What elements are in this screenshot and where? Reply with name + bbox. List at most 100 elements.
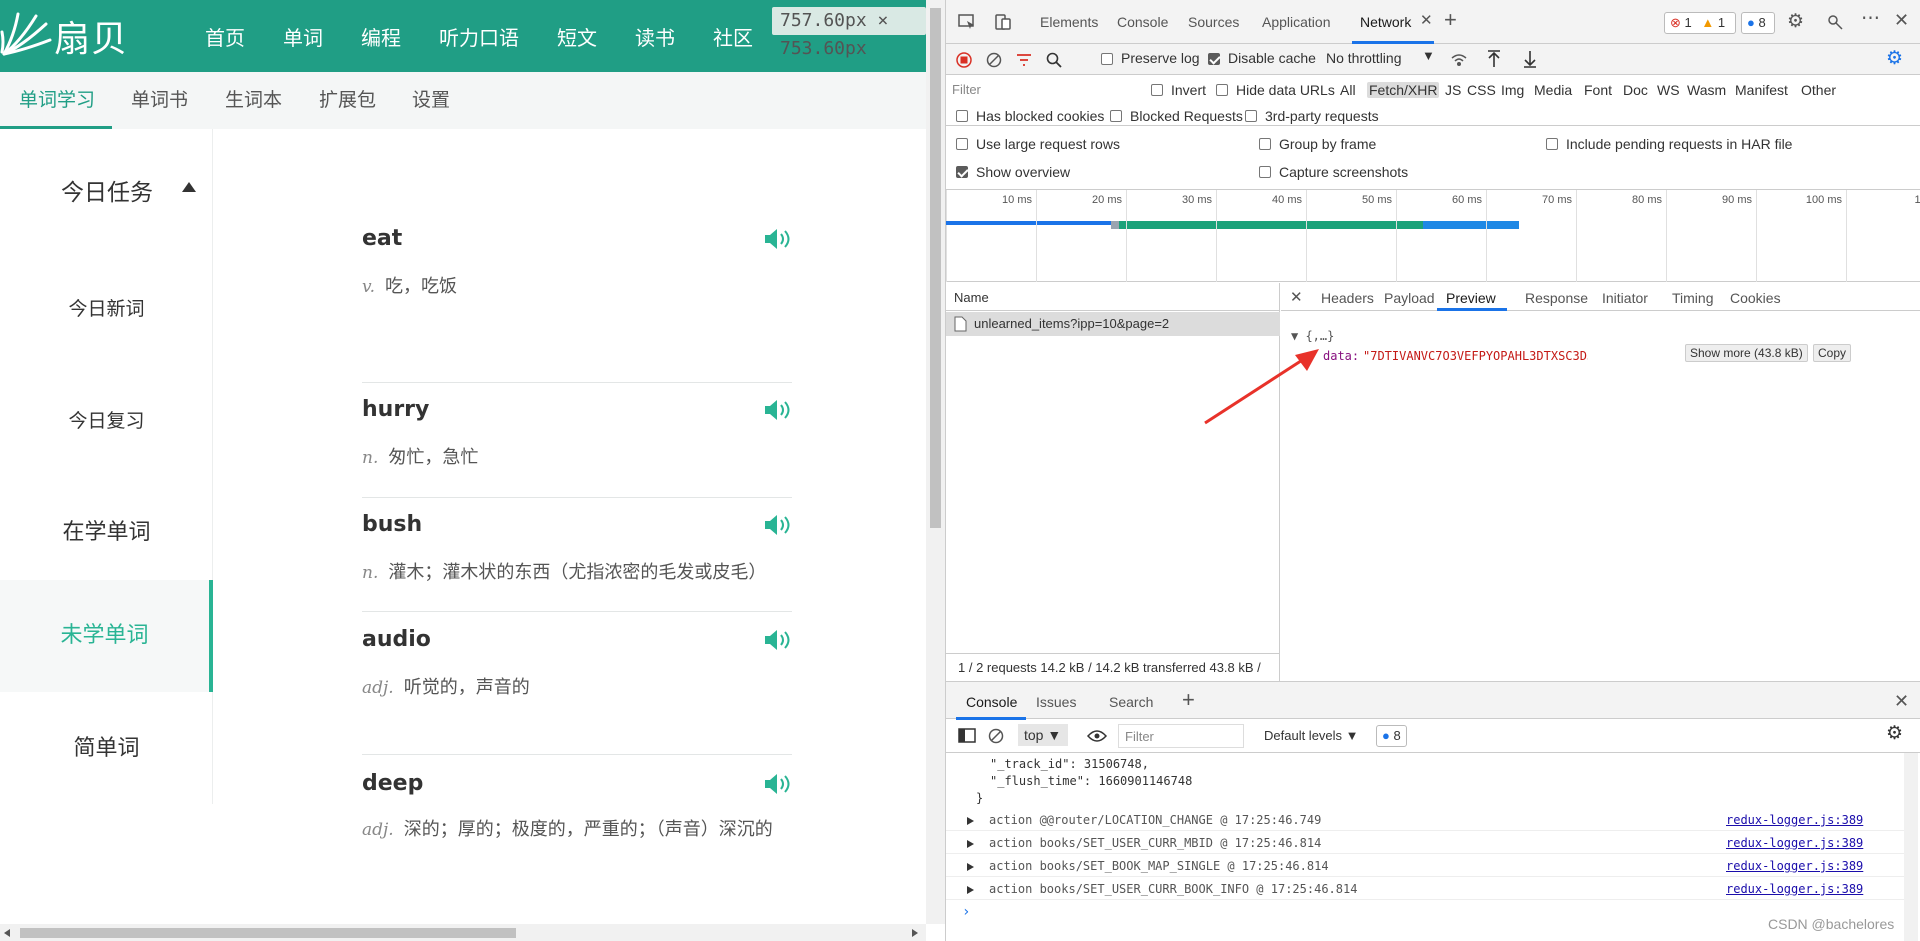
filter-fetch-xhr[interactable]: Fetch/XHR	[1367, 82, 1440, 98]
speaker-icon[interactable]	[762, 512, 792, 538]
drawer-tab-search[interactable]: Search	[1109, 694, 1153, 710]
name-column-header[interactable]: Name	[946, 283, 1280, 311]
expand-triangle-icon[interactable]	[967, 817, 974, 825]
speaker-icon[interactable]	[762, 226, 792, 252]
subnav-vocab-notebook[interactable]: 生词本	[225, 72, 282, 129]
expand-triangle-icon[interactable]	[967, 863, 974, 871]
console-log-row[interactable]: action books/SET_USER_CURR_BOOK_INFO @ 1…	[946, 878, 1906, 900]
log-source-link[interactable]: redux-logger.js:389	[1726, 859, 1863, 873]
context-select[interactable]: top ▼	[1018, 724, 1068, 746]
export-har-icon[interactable]	[1522, 50, 1538, 68]
filter-doc[interactable]: Doc	[1623, 82, 1648, 98]
blocked-cookies-checkbox[interactable]	[956, 110, 968, 122]
tab-application[interactable]: Application	[1262, 14, 1331, 30]
close-drawer-icon[interactable]: ✕	[1894, 691, 1909, 712]
logo[interactable]: 扇贝	[0, 12, 128, 60]
sidebar-item-today-new[interactable]: 今日新词	[0, 287, 213, 331]
scrollbar-thumb[interactable]	[20, 928, 516, 938]
json-value[interactable]: "7DTIVANVC7O3VEFPYOPAHL3DTXSC3D3NVHMO2ZH…	[1363, 349, 1588, 363]
log-source-link[interactable]: redux-logger.js:389	[1726, 836, 1863, 850]
page-vertical-scrollbar[interactable]	[926, 0, 945, 924]
filter-img[interactable]: Img	[1501, 82, 1524, 98]
nav-words[interactable]: 单词	[283, 22, 323, 51]
filter-manifest[interactable]: Manifest	[1735, 82, 1788, 98]
console-log-row[interactable]: action books/SET_BOOK_MAP_SINGLE @ 17:25…	[946, 855, 1906, 877]
sidebar-item-today-review[interactable]: 今日复习	[0, 399, 213, 443]
close-devtools-icon[interactable]: ✕	[1894, 10, 1909, 31]
disable-cache-checkbox[interactable]	[1208, 53, 1220, 65]
network-overview-timeline[interactable]: 10 ms 20 ms 30 ms 40 ms 50 ms 60 ms 70 ms 80 ms…	[946, 190, 1920, 282]
page-horizontal-scrollbar[interactable]	[0, 924, 926, 941]
filter-wasm[interactable]: Wasm	[1687, 82, 1726, 98]
filter-js[interactable]: JS	[1445, 82, 1461, 98]
scroll-right-icon[interactable]	[912, 929, 918, 937]
scrollbar-thumb[interactable]	[930, 8, 941, 528]
filter-funnel-icon[interactable]	[1016, 52, 1032, 68]
filter-media[interactable]: Media	[1534, 82, 1572, 98]
network-conditions-icon[interactable]	[1450, 52, 1468, 68]
more-options-icon[interactable]: ⋯	[1861, 7, 1880, 30]
log-levels-select[interactable]: Default levels ▼	[1264, 728, 1359, 743]
speaker-icon[interactable]	[762, 771, 792, 797]
close-detail-icon[interactable]: ✕	[1290, 288, 1303, 306]
nav-listening[interactable]: 听力口语	[439, 22, 519, 51]
clear-console-icon[interactable]	[988, 728, 1004, 744]
drawer-tab-issues[interactable]: Issues	[1036, 694, 1076, 710]
detail-tab-payload[interactable]: Payload	[1384, 290, 1435, 306]
sidebar-item-learning[interactable]: 在学单词	[0, 511, 213, 555]
console-prompt[interactable]: ›	[962, 904, 970, 920]
nav-home[interactable]: 首页	[205, 22, 245, 51]
tab-console[interactable]: Console	[1117, 14, 1168, 30]
preserve-log-checkbox[interactable]	[1101, 53, 1113, 65]
scroll-left-icon[interactable]	[4, 929, 10, 937]
tab-sources[interactable]: Sources	[1188, 14, 1239, 30]
capture-screenshots-checkbox[interactable]	[1259, 166, 1271, 178]
record-stop-icon[interactable]	[956, 52, 972, 68]
nav-community[interactable]: 社区	[713, 22, 753, 51]
invert-checkbox[interactable]	[1151, 84, 1163, 96]
inspect-element-icon[interactable]	[958, 14, 976, 30]
log-source-link[interactable]: redux-logger.js:389	[1726, 882, 1863, 896]
add-tab-icon[interactable]: +	[1444, 7, 1457, 33]
sidebar-item-unlearned[interactable]: 未学单词	[0, 580, 213, 692]
filter-ws[interactable]: WS	[1657, 82, 1680, 98]
hide-data-urls-checkbox[interactable]	[1216, 84, 1228, 96]
live-expression-eye-icon[interactable]	[1087, 729, 1107, 743]
log-source-link[interactable]: redux-logger.js:389	[1726, 813, 1863, 827]
detail-tab-preview[interactable]: Preview	[1446, 290, 1496, 306]
filter-all[interactable]: All	[1340, 82, 1356, 98]
speaker-icon[interactable]	[762, 627, 792, 653]
issues-badge[interactable]: ⊗ 1 ▲ 1	[1664, 12, 1736, 34]
group-by-frame-checkbox[interactable]	[1259, 138, 1271, 150]
console-log-row[interactable]: action @@router/LOCATION_CHANGE @ 17:25:…	[946, 809, 1906, 831]
blocked-requests-checkbox[interactable]	[1110, 110, 1122, 122]
show-overview-checkbox[interactable]	[956, 166, 968, 178]
third-party-checkbox[interactable]	[1245, 110, 1257, 122]
device-toolbar-icon[interactable]	[994, 13, 1012, 31]
filter-other[interactable]: Other	[1801, 82, 1836, 98]
show-more-button[interactable]: Show more (43.8 kB)	[1685, 344, 1808, 362]
detail-tab-headers[interactable]: Headers	[1321, 290, 1374, 306]
caret-up-icon[interactable]	[182, 182, 196, 192]
subnav-word-study[interactable]: 单词学习	[19, 72, 95, 129]
tab-network[interactable]: Network	[1360, 14, 1411, 30]
copy-button[interactable]: Copy	[1813, 344, 1852, 362]
subnav-wordbook[interactable]: 单词书	[131, 72, 188, 129]
customize-icon[interactable]	[1826, 13, 1844, 31]
throttling-select[interactable]: No throttling	[1326, 50, 1401, 66]
detail-tab-response[interactable]: Response	[1525, 290, 1588, 306]
settings-gear-icon[interactable]: ⚙	[1787, 10, 1804, 33]
console-messages-badge[interactable]: ● 8	[1376, 725, 1407, 747]
subnav-settings[interactable]: 设置	[412, 72, 450, 129]
close-tab-icon[interactable]: ✕	[1420, 11, 1433, 29]
console-log-row[interactable]: action books/SET_USER_CURR_MBID @ 17:25:…	[946, 832, 1906, 854]
dropdown-caret-icon[interactable]: ▼	[1422, 48, 1435, 63]
clear-icon[interactable]	[986, 52, 1002, 68]
network-settings-icon[interactable]: ⚙	[1886, 47, 1903, 70]
include-pending-checkbox[interactable]	[1546, 138, 1558, 150]
nav-programming[interactable]: 编程	[361, 22, 401, 51]
console-settings-icon[interactable]: ⚙	[1886, 722, 1903, 745]
import-har-icon[interactable]	[1486, 50, 1502, 68]
detail-tab-cookies[interactable]: Cookies	[1730, 290, 1781, 306]
sidebar-heading[interactable]: 今日任务	[61, 173, 153, 207]
